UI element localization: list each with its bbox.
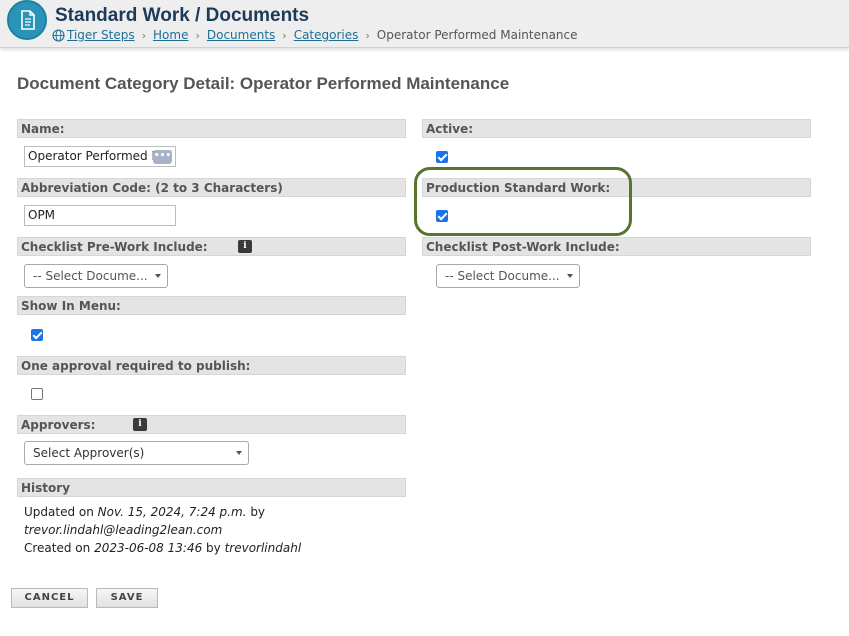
dropdown-arrow-icon (236, 451, 242, 455)
breadcrumb-current: Operator Performed Maintenance (376, 28, 578, 42)
breadcrumb: Tiger Steps › Home › Documents › Categor… (52, 28, 578, 42)
document-icon[interactable] (7, 0, 47, 40)
more-icon[interactable]: ••• (153, 150, 172, 164)
production-standard-work-checkbox[interactable] (436, 210, 448, 222)
history-created-by: by (202, 541, 225, 555)
info-icon[interactable]: i (133, 418, 147, 431)
history-created-prefix: Created on (24, 541, 95, 555)
breadcrumb-link-home[interactable]: Home (153, 28, 188, 42)
chevron-right-icon: › (141, 28, 147, 42)
checklist-pre-select[interactable]: -- Select Docume... (24, 264, 168, 288)
app-title: Standard Work / Documents (55, 5, 310, 26)
globe-icon (52, 28, 65, 42)
history-created-user: trevorlindahl (224, 541, 302, 555)
approvers-label: Approvers: (17, 415, 406, 434)
abbreviation-input[interactable]: OPM (24, 205, 176, 226)
dropdown-arrow-icon (567, 274, 573, 278)
abbreviation-label: Abbreviation Code: (2 to 3 Characters) (17, 178, 406, 197)
active-label: Active: (422, 119, 811, 138)
history-created-date: 2023-06-08 13:46 (94, 541, 203, 555)
approvers-select-value: Select Approver(s) (33, 446, 145, 460)
name-input[interactable]: Operator Performed Mai ••• (24, 146, 176, 167)
page-title: Document Category Detail: Operator Perfo… (17, 74, 510, 93)
breadcrumb-link-documents[interactable]: Documents (207, 28, 275, 42)
breadcrumb-link-categories[interactable]: Categories (294, 28, 359, 42)
abbreviation-input-value: OPM (28, 208, 56, 222)
checklist-pre-select-value: -- Select Docume... (33, 269, 148, 283)
history-updated: Updated on Nov. 15, 2024, 7:24 p.m. by (24, 503, 324, 521)
one-approval-label: One approval required to publish: (17, 356, 406, 375)
checklist-post-label: Checklist Post-Work Include: (422, 237, 811, 256)
breadcrumb-link-tiger-steps[interactable]: Tiger Steps (67, 28, 135, 42)
checklist-post-select-value: -- Select Docume... (445, 269, 560, 283)
one-approval-checkbox[interactable] (31, 388, 43, 400)
chevron-right-icon: › (282, 28, 287, 42)
approvers-select[interactable]: Select Approver(s) (24, 441, 249, 465)
name-input-value: Operator Performed Mai (28, 149, 173, 163)
cancel-button[interactable]: CANCEL (11, 588, 88, 608)
active-checkbox[interactable] (436, 151, 448, 163)
history-updated-prefix: Updated on (24, 505, 98, 519)
app-header: Standard Work / Documents Tiger Steps › … (0, 0, 849, 48)
checklist-post-select[interactable]: -- Select Docume... (436, 264, 580, 288)
history-updated-user: trevor.lindahl@leading2lean.com (24, 523, 223, 537)
chevron-right-icon: › (195, 28, 200, 42)
history-updated-by: by (246, 505, 266, 519)
show-in-menu-label: Show In Menu: (17, 296, 406, 315)
production-standard-work-label: Production Standard Work: (422, 178, 811, 197)
history-created: Created on 2023-06-08 13:46 by trevorlin… (24, 539, 324, 557)
history-text: Updated on Nov. 15, 2024, 7:24 p.m. by t… (24, 503, 324, 557)
save-button[interactable]: SAVE (96, 588, 158, 608)
history-label: History (17, 478, 406, 497)
history-updated-user-line: trevor.lindahl@leading2lean.com (24, 521, 324, 539)
history-updated-date: Nov. 15, 2024, 7:24 p.m. (97, 505, 247, 519)
show-in-menu-checkbox[interactable] (31, 329, 43, 341)
chevron-right-icon: › (365, 28, 370, 42)
name-label: Name: (17, 119, 406, 138)
dropdown-arrow-icon (155, 274, 161, 278)
info-icon[interactable]: i (238, 240, 252, 253)
checklist-pre-label: Checklist Pre-Work Include: (17, 237, 406, 256)
